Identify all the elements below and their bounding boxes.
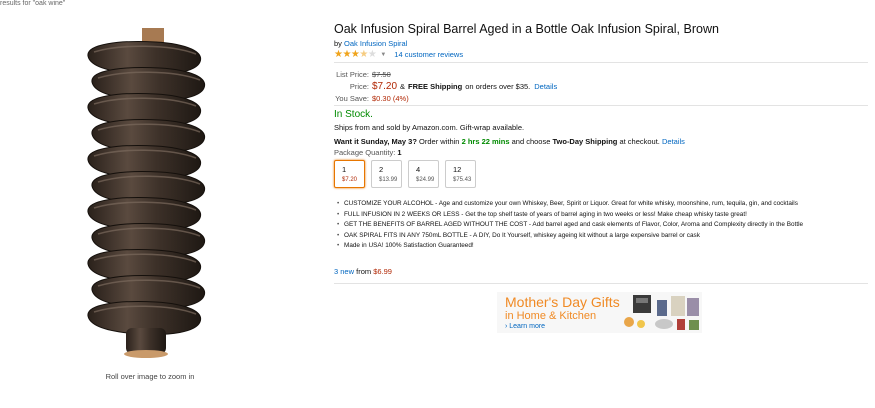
quantity-options: 1 $7.20 2 $13.99 4 $24.99 12 $75.43 (334, 160, 476, 188)
want-it-date: Want it Sunday, May 3? (334, 137, 417, 146)
product-image-column: Roll over image to zoom in (60, 20, 240, 390)
price-row: Price: $7.20 & FREE Shipping on orders o… (334, 80, 557, 92)
shipping-amp: & (400, 81, 406, 91)
ad-product-collage (624, 295, 699, 330)
delivery-estimate: Want it Sunday, May 3? Order within 2 hr… (334, 137, 685, 146)
package-quantity-label: Package Quantity: 1 (334, 148, 402, 157)
ad-subtitle: in Home & Kitchen (505, 310, 597, 322)
brand-link[interactable]: Oak Infusion Spiral (344, 39, 407, 48)
brand-byline: by Oak Infusion Spiral (334, 39, 407, 48)
zoom-hint: Roll over image to zoom in (105, 372, 195, 381)
feature-bullet: Made in USA! 100% Satisfaction Guarantee… (334, 242, 874, 253)
list-price-value: $7.50 (372, 69, 391, 79)
feature-bullet: OAK SPIRAL FITS IN ANY 750mL BOTTLE - A … (334, 232, 874, 243)
list-price-row: List Price: $7.50 (334, 68, 557, 80)
price-block: List Price: $7.50 Price: $7.20 & FREE Sh… (334, 68, 557, 104)
from-text: from (356, 267, 372, 276)
spiral-coils (87, 41, 206, 335)
quantity-option-1[interactable]: 1 $7.20 (334, 160, 365, 188)
divider (334, 283, 868, 284)
divider (334, 62, 868, 63)
checkout-text: at checkout. (619, 137, 660, 146)
shipping-details-link[interactable]: Details (534, 82, 557, 91)
package-quantity-selected: 1 (397, 148, 402, 157)
free-shipping-label: FREE Shipping (408, 81, 463, 91)
package-quantity-text: Package Quantity: (334, 148, 396, 157)
spiral-bottom-cut (124, 350, 168, 358)
new-offers-link[interactable]: 3 new (334, 267, 354, 276)
ships-from-text: Ships from and sold by Amazon.com. Gift-… (334, 123, 525, 132)
choose-text: and choose (511, 137, 551, 146)
free-shipping-condition: on orders over $35. (465, 81, 531, 91)
availability-status: In Stock. (334, 109, 373, 120)
quantity-option-price: $75.43 (453, 177, 472, 183)
two-day-shipping-label: Two-Day Shipping (552, 137, 618, 146)
other-offers: 3 new from $6.99 (334, 267, 392, 276)
quantity-option-price: $24.99 (416, 177, 435, 183)
star-rating-icon[interactable]: ★★★★★ (334, 49, 377, 60)
product-title: Oak Infusion Spiral Barrel Aged in a Bot… (334, 22, 719, 36)
you-save-label: You Save: (335, 93, 369, 103)
divider (334, 105, 868, 106)
by-prefix: by (334, 39, 342, 48)
order-within-text: Order within (419, 137, 460, 146)
quantity-option-qty: 1 (342, 165, 347, 174)
you-save-value: $0.30 (4%) (372, 93, 409, 103)
quantity-option-qty: 2 (379, 165, 384, 174)
feature-bullet: GET THE BENEFITS OF BARREL AGED WITHOUT … (334, 221, 874, 232)
quantity-option-qty: 12 (453, 165, 462, 174)
ad-title: Mother's Day Gifts (505, 294, 620, 310)
quantity-option-price: $7.20 (342, 177, 358, 183)
search-results-breadcrumb[interactable]: results for "oak wine" (0, 0, 65, 7)
feature-bullet: FULL INFUSION IN 2 WEEKS OR LESS - Get t… (334, 211, 874, 222)
quantity-option-2[interactable]: 2 $13.99 (371, 160, 402, 188)
price-label: Price: (349, 81, 369, 91)
quantity-option-12[interactable]: 12 $75.43 (445, 160, 476, 188)
feature-bullet: CUSTOMIZE YOUR ALCOHOL - Age and customi… (334, 200, 874, 211)
delivery-details-link[interactable]: Details (662, 137, 685, 146)
from-price: $6.99 (373, 267, 392, 276)
customer-reviews-link[interactable]: 14 customer reviews (394, 50, 463, 59)
quantity-option-4[interactable]: 4 $24.99 (408, 160, 439, 188)
list-price-label: List Price: (336, 69, 369, 79)
feature-bullets: CUSTOMIZE YOUR ALCOHOL - Age and customi… (334, 200, 874, 253)
quantity-option-qty: 4 (416, 165, 421, 174)
chevron-down-icon[interactable]: ▼ (380, 52, 386, 58)
order-countdown: 2 hrs 22 mins (461, 137, 510, 146)
ad-learn-more-link[interactable]: › Learn more (505, 323, 545, 330)
you-save-row: You Save: $0.30 (4%) (334, 92, 557, 104)
price-value: $7.20 (372, 80, 398, 92)
mothers-day-ad-banner[interactable]: Mother's Day Gifts in Home & Kitchen › L… (497, 292, 702, 333)
rating-row: ★★★★★ ▼ 14 customer reviews (334, 49, 463, 60)
product-image[interactable] (60, 28, 240, 358)
quantity-option-price: $13.99 (379, 177, 398, 183)
